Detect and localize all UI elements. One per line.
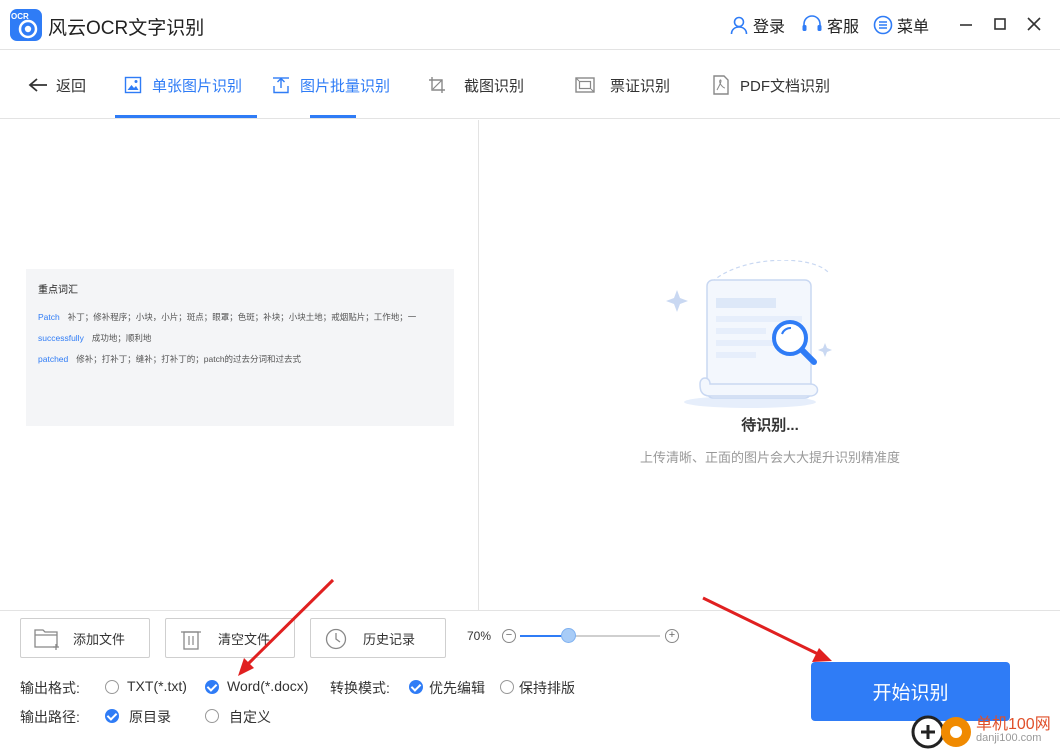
- upload-icon: [273, 77, 289, 94]
- mode-nav-bar: 返回 单张图片识别 图片批量识别 截图识别 票证识别 PDF文档识别: [0, 51, 1060, 119]
- back-button[interactable]: 返回: [28, 51, 86, 119]
- format-txt-label[interactable]: TXT(*.txt): [127, 678, 187, 694]
- back-label: 返回: [56, 77, 87, 95]
- tab-screenshot[interactable]: 截图识别: [428, 51, 524, 119]
- service-label: 客服: [827, 19, 860, 36]
- path-original-label[interactable]: 原目录: [129, 707, 171, 727]
- zoom-level: 70%: [467, 629, 492, 643]
- preview-row: patched 修补；打补丁；缝补；打补丁的；patch的过去分词和过去式: [38, 353, 301, 365]
- tab-pdf-label: PDF文档识别: [740, 77, 831, 95]
- user-icon: [730, 16, 748, 35]
- login-label: 登录: [753, 19, 786, 36]
- preview-word: successfully: [38, 333, 84, 343]
- preview-meaning: 成功地；顺利地: [91, 333, 152, 343]
- headset-icon: [802, 15, 822, 31]
- menu-label: 菜单: [897, 19, 930, 36]
- service-button[interactable]: 客服: [801, 14, 859, 36]
- tab-single-image-label: 单张图片识别: [152, 77, 243, 95]
- history-label: 历史记录: [363, 631, 416, 647]
- status-description: 上传清晰、正面的图片会大大提升识别精准度: [639, 450, 900, 465]
- tab-ticket-label: 票证识别: [610, 77, 671, 95]
- preview-heading: 重点词汇: [38, 285, 78, 296]
- convert-mode-label: 转换模式:: [330, 680, 390, 696]
- add-file-label: 添加文件: [73, 631, 126, 647]
- output-format-label: 输出格式:: [20, 680, 80, 696]
- preview-row: Patch 补丁；修补程序；小块，小片；斑点；眼罩；色斑；补块；小块土地；戒烟贴片…: [38, 311, 416, 323]
- tab-ticket[interactable]: 票证识别: [575, 51, 670, 119]
- minimize-button[interactable]: [954, 12, 978, 36]
- close-button[interactable]: [1022, 12, 1046, 36]
- bottom-control-panel: 添加文件 清空文件 历史记录 70% − + 输出格式: TXT(*.txt) …: [0, 610, 1060, 750]
- waiting-illustration: [666, 260, 832, 408]
- menu-icon: [873, 15, 893, 35]
- history-button[interactable]: 历史记录: [310, 618, 446, 658]
- mode-layout-label[interactable]: 保持排版: [519, 678, 575, 698]
- preview-meaning: 补丁；修补程序；小块，小片；斑点；眼罩；色斑；补块；小块土地；戒烟贴片；工作地；…: [67, 312, 417, 322]
- uploaded-image-preview[interactable]: 重点词汇 Patch 补丁；修补程序；小块，小片；斑点；眼罩；色斑；补块；小块土地…: [26, 269, 454, 426]
- watermark: 单机100网 danji100.com: [910, 706, 1060, 750]
- path-custom-label[interactable]: 自定义: [229, 707, 271, 727]
- watermark-logo-icon: [911, 715, 971, 749]
- login-button[interactable]: 登录: [729, 14, 785, 36]
- mode-layout-radio[interactable]: [500, 680, 514, 694]
- app-logo: OCR: [10, 9, 42, 41]
- mode-edit-label[interactable]: 优先编辑: [429, 678, 485, 698]
- watermark-brand: 单机100网: [976, 716, 1051, 733]
- result-panel: 待识别... 上传清晰、正面的图片会大大提升识别精准度: [480, 120, 1060, 610]
- image-icon: [124, 76, 142, 94]
- format-txt-radio[interactable]: [105, 680, 119, 694]
- watermark-url: danji100.com: [976, 732, 1042, 744]
- maximize-button[interactable]: [988, 12, 1012, 36]
- tab-screenshot-label: 截图识别: [464, 77, 525, 95]
- clear-file-button[interactable]: 清空文件: [165, 618, 295, 658]
- output-path-label: 输出路径:: [20, 709, 80, 725]
- zoom-in-button[interactable]: +: [665, 629, 679, 643]
- tab-batch-image[interactable]: 图片批量识别: [272, 51, 390, 119]
- preview-word: patched: [38, 354, 69, 364]
- trash-icon: [181, 631, 201, 650]
- clock-icon: [325, 628, 347, 650]
- zoom-out-button[interactable]: −: [502, 629, 516, 643]
- mode-edit-radio[interactable]: [409, 680, 423, 694]
- clear-file-label: 清空文件: [218, 631, 271, 647]
- format-word-label[interactable]: Word(*.docx): [227, 678, 308, 694]
- menu-button[interactable]: 菜单: [873, 14, 929, 36]
- app-title: 风云OCR文字识别: [48, 18, 205, 39]
- status-title: 待识别...: [741, 417, 799, 434]
- preview-row: successfully 成功地；顺利地: [38, 332, 151, 344]
- crop-icon: [429, 77, 445, 93]
- image-preview-panel: 重点词汇 Patch 补丁；修补程序；小块，小片；斑点；眼罩；色斑；补块；小块土地…: [0, 120, 479, 610]
- tab-pdf[interactable]: PDF文档识别: [712, 51, 830, 119]
- pdf-file-icon: [713, 75, 729, 95]
- preview-word: Patch: [38, 312, 60, 322]
- format-word-radio[interactable]: [205, 680, 219, 694]
- preview-meaning: 修补；打补丁；缝补；打补丁的；patch的过去分词和过去式: [76, 354, 302, 364]
- path-original-radio[interactable]: [105, 709, 119, 723]
- arrow-left-icon: [28, 78, 47, 92]
- id-card-icon: [575, 77, 595, 93]
- minimize-icon: [960, 24, 972, 26]
- title-bar: OCR 风云OCR文字识别 登录 客服 菜单: [0, 0, 1060, 50]
- close-icon: [1027, 17, 1041, 31]
- folder-add-icon: [34, 629, 59, 650]
- maximize-icon: [994, 18, 1006, 30]
- tab-batch-image-label: 图片批量识别: [300, 77, 391, 95]
- path-custom-radio[interactable]: [205, 709, 219, 723]
- tab-single-image[interactable]: 单张图片识别: [124, 51, 242, 119]
- logo-text: OCR: [11, 12, 29, 21]
- batch-tab-indicator: [310, 115, 356, 118]
- active-tab-indicator: [115, 115, 257, 118]
- zoom-slider-handle[interactable]: [561, 628, 576, 643]
- add-file-button[interactable]: 添加文件: [20, 618, 150, 658]
